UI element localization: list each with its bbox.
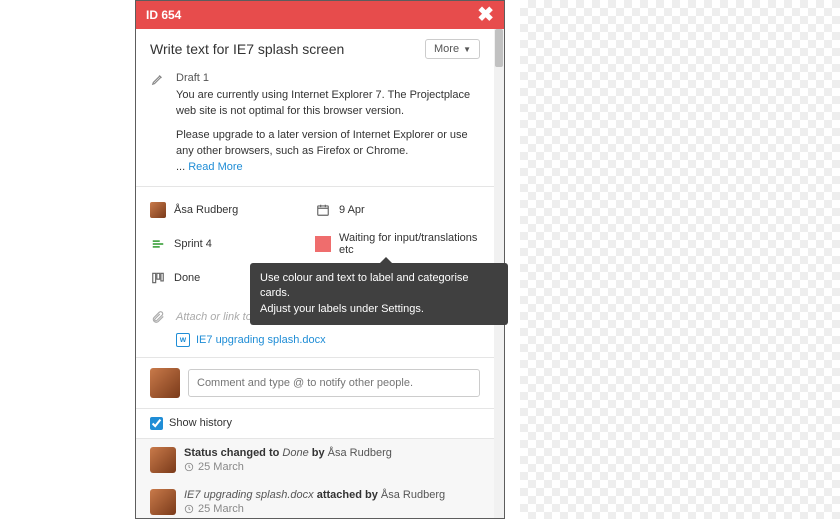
modal-header: ID 654 ✖ [136, 1, 504, 29]
label-color-swatch [315, 236, 331, 252]
avatar [150, 368, 180, 398]
date-value: 9 Apr [339, 204, 365, 216]
clock-icon [184, 462, 194, 472]
card-id: ID 654 [146, 8, 181, 22]
card-modal: ID 654 ✖ Write text for IE7 splash scree… [135, 0, 505, 519]
column-name: Done [174, 272, 200, 284]
history-label: Show history [169, 417, 232, 429]
description-body[interactable]: Draft 1 You are currently using Internet… [176, 71, 480, 176]
close-icon[interactable]: ✖ [477, 5, 494, 25]
show-history-toggle[interactable]: Show history [136, 408, 494, 439]
date-cell[interactable]: 9 Apr [315, 197, 480, 223]
calendar-icon [315, 202, 331, 218]
column-icon [150, 270, 166, 286]
pencil-icon[interactable] [150, 71, 166, 87]
history-item: Status changed to Done by Åsa Rudberg 25… [136, 439, 494, 481]
comment-input[interactable] [188, 369, 480, 397]
paperclip-icon [150, 309, 166, 325]
title-section: Write text for IE7 splash screen More ▼ … [136, 29, 494, 187]
card-title[interactable]: Write text for IE7 splash screen [150, 41, 344, 57]
assignee-cell[interactable]: Åsa Rudberg [150, 197, 315, 223]
history-text: IE7 upgrading splash.docx attached by Ås… [184, 489, 445, 501]
label-tooltip: Use colour and text to label and categor… [250, 263, 508, 325]
ellipsis: ... [176, 161, 188, 173]
history-checkbox[interactable] [150, 417, 163, 430]
avatar [150, 489, 176, 515]
label-text: Waiting for input/translations etc [339, 232, 480, 256]
history-time: 25 March [198, 461, 244, 473]
transparency-background [520, 0, 840, 519]
more-label: More [434, 43, 459, 55]
history-list: Status changed to Done by Åsa Rudberg 25… [136, 439, 494, 518]
caret-down-icon: ▼ [463, 45, 471, 54]
description-p1: You are currently using Internet Explore… [176, 88, 480, 120]
history-text: Status changed to Done by Åsa Rudberg [184, 447, 392, 459]
sprint-cell[interactable]: Sprint 4 [150, 231, 315, 257]
history-item: IE7 upgrading splash.docx attached by Ås… [136, 481, 494, 518]
sprint-name: Sprint 4 [174, 238, 212, 250]
comment-row [136, 357, 494, 408]
file-name: IE7 upgrading splash.docx [196, 334, 326, 346]
sprint-icon [150, 236, 166, 252]
read-more-link[interactable]: Read More [188, 161, 242, 173]
attached-file[interactable]: w IE7 upgrading splash.docx [136, 333, 494, 357]
document-icon: w [176, 333, 190, 347]
draft-label: Draft 1 [176, 71, 480, 87]
more-button[interactable]: More ▼ [425, 39, 480, 59]
clock-icon [184, 504, 194, 514]
assignee-name: Åsa Rudberg [174, 204, 238, 216]
avatar [150, 202, 166, 218]
scrollbar-thumb[interactable] [495, 29, 503, 67]
avatar [150, 447, 176, 473]
tooltip-line1: Use colour and text to label and categor… [260, 271, 498, 302]
tooltip-line2: Adjust your labels under Settings. [260, 302, 498, 317]
description-p2: Please upgrade to a later version of Int… [176, 128, 480, 160]
label-cell[interactable]: Waiting for input/translations etc [315, 231, 480, 257]
history-time: 25 March [198, 503, 244, 515]
